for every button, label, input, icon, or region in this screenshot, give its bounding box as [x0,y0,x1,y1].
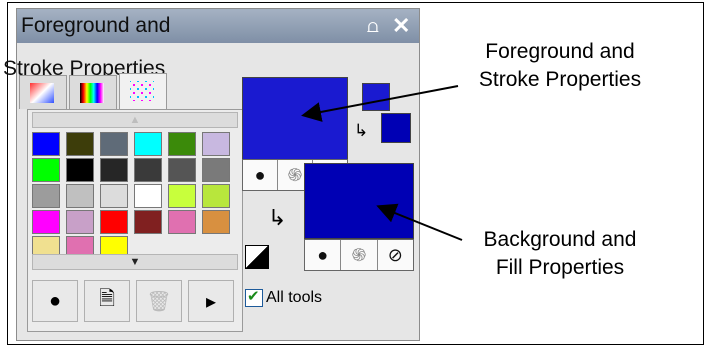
arrow-foreground [301,85,459,122]
annotation-arrows [301,85,463,241]
arrow-background [376,203,463,241]
